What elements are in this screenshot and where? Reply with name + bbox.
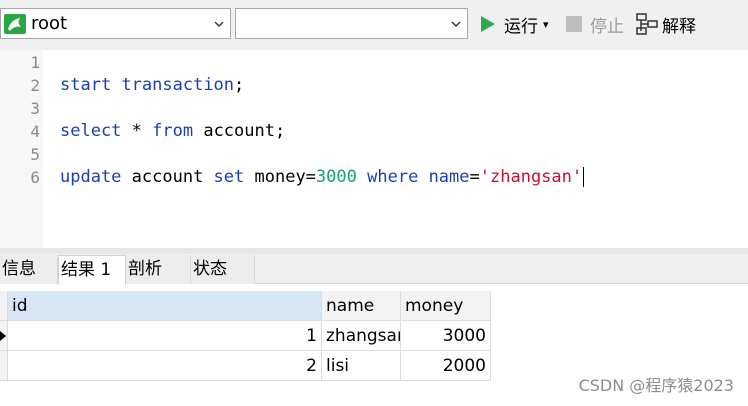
tab-status[interactable]: 状态 — [191, 255, 255, 284]
line-number: 6 — [30, 168, 40, 187]
line-number: 4 — [30, 122, 40, 141]
cell-name[interactable]: zhangsan — [322, 321, 401, 351]
line-number: 2 — [30, 76, 40, 95]
tab-result-1[interactable]: 结果 1 — [58, 255, 126, 285]
connection-value: root — [31, 13, 68, 34]
mysql-connection-icon — [4, 14, 26, 34]
column-header-money[interactable]: money — [401, 291, 491, 321]
code-line-2[interactable]: start transaction; — [60, 74, 244, 97]
cell-id[interactable]: 1 — [8, 321, 322, 351]
toolbar: root 运行 ▾ 停止 解释 — [0, 0, 748, 50]
chevron-down-icon — [214, 21, 224, 27]
column-header-id[interactable]: id — [8, 291, 322, 321]
text-caret — [583, 167, 585, 187]
row-indicator — [0, 351, 8, 381]
stop-button[interactable]: 停止 — [566, 11, 624, 37]
sql-editor[interactable]: 1 2 3 4 5 6 start transaction; select * … — [0, 50, 748, 248]
code-line-6[interactable]: update account set money=3000 where name… — [60, 166, 585, 189]
cell-money[interactable]: 3000 — [401, 321, 491, 351]
explain-label: 解释 — [662, 16, 696, 37]
cell-id[interactable]: 2 — [8, 351, 322, 381]
column-header-name[interactable]: name — [322, 291, 401, 321]
code-line-4[interactable]: select * from account; — [60, 120, 285, 143]
stop-icon — [566, 16, 582, 32]
row-indicator — [0, 321, 8, 351]
run-label: 运行 — [504, 16, 538, 37]
result-tabs: 信息 结果 1 剖析 状态 — [0, 254, 748, 285]
watermark: CSDN @程序猿2023 — [578, 376, 734, 395]
stop-label: 停止 — [590, 16, 624, 37]
connection-select[interactable]: root — [0, 8, 231, 39]
cell-money[interactable]: 2000 — [401, 351, 491, 381]
play-icon — [481, 16, 495, 32]
line-number-gutter: 1 2 3 4 5 6 — [0, 50, 43, 248]
chevron-down-icon — [451, 21, 461, 27]
tab-info[interactable]: 信息 — [0, 255, 58, 284]
line-number: 5 — [30, 145, 40, 164]
line-number: 3 — [30, 99, 40, 118]
line-number: 1 — [30, 53, 40, 72]
explain-icon — [636, 13, 658, 35]
run-button[interactable]: 运行 ▾ — [481, 11, 549, 37]
explain-button[interactable]: 解释 — [636, 11, 696, 37]
current-row-icon — [0, 331, 6, 341]
row-indicator-header — [0, 291, 8, 321]
run-dropdown-icon[interactable]: ▾ — [543, 18, 549, 31]
tab-profile[interactable]: 剖析 — [126, 255, 191, 284]
database-select[interactable] — [235, 8, 468, 39]
cell-name[interactable]: lisi — [322, 351, 401, 381]
